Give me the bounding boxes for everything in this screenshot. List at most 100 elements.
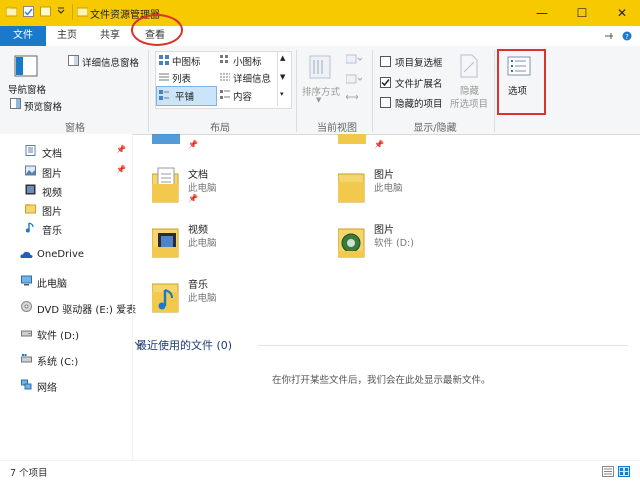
documents-folder-icon [152,167,179,203]
chevron-up-icon[interactable]: ▲ [280,54,285,62]
nav-item-pictures-folder[interactable]: 图片 [0,200,132,218]
navigation-pane: 文档 📌 图片 📌 视频 图片 音乐 OneDrive 此电脑 DVD 驱动器 … [0,134,136,460]
tab-file[interactable]: 文件 [0,26,46,46]
ribbon-tab-bar: 文件 主页 共享 查看 ? [0,26,640,47]
tile-location: 此电脑 [374,183,403,194]
navigation-pane-icon[interactable] [14,54,38,78]
tile-location: 软件 (D:) [374,238,414,249]
group-by-icon[interactable] [346,54,362,64]
nav-item-label: DVD 驱动器 (E:) 爱表 [37,305,137,316]
status-bar [0,460,640,485]
nav-item-this-pc[interactable]: 此电脑 [0,272,132,290]
videos-folder-icon [152,228,179,258]
tile-pictures-d[interactable]: 图片 软件 (D:) [338,221,518,269]
small-icons-icon [220,55,228,63]
nav-item-videos[interactable]: 视频 [0,181,132,199]
file-extensions-label: 文件扩展名 [395,79,443,90]
layout-group-label: 布局 [210,123,230,134]
hide-selected-label-1[interactable]: 隐藏 [460,83,479,97]
dvd-drive-icon [21,301,32,312]
medium-icons-option[interactable]: 中图标 [172,54,201,68]
nav-item-dvd-drive[interactable]: DVD 驱动器 (E:) 爱表 [0,298,136,316]
hide-selected-label-2[interactable]: 所选项目 [450,96,488,110]
checkmark-icon [381,79,390,87]
nav-item-onedrive[interactable]: OneDrive [0,246,132,264]
maximize-button[interactable]: ☐ [562,0,602,26]
new-folder-icon[interactable] [40,6,51,17]
folder-icon [25,204,36,214]
item-checkboxes-checkbox[interactable] [380,56,391,67]
system-drive-icon [21,354,32,363]
file-extensions-checkbox[interactable] [380,77,391,88]
list-icon [159,73,169,81]
nav-item-label: 此电脑 [37,279,67,290]
pin-ribbon-icon[interactable] [604,31,614,41]
folder-icon [6,6,17,17]
nav-item-drive-d[interactable]: 软件 (D:) [0,324,132,342]
large-icons-view-icon[interactable] [618,466,630,477]
preview-pane-button[interactable]: 预览窗格 [24,99,62,113]
nav-item-pictures[interactable]: 图片 📌 [0,162,132,180]
add-columns-icon[interactable] [346,74,362,84]
tab-share[interactable]: 共享 [88,26,132,46]
hidden-items-checkbox[interactable] [380,97,391,108]
tile-videos[interactable]: 视频 此电脑 [152,221,332,269]
nav-item-label: 图片 [42,169,62,180]
tile-name: 音乐 [188,280,208,291]
sort-by-icon [309,55,331,79]
minimize-button[interactable]: — [522,0,562,26]
nav-item-network[interactable]: 网络 [0,376,132,394]
music-icon [25,222,34,233]
chevron-down-icon[interactable]: ▼ [280,73,285,81]
empty-recent-message: 在你打开某些文件后，我们会在此处显示最新文件。 [272,375,491,386]
tile-location: 此电脑 [188,238,217,249]
tile-name: 图片 [374,225,394,236]
details-pane-button[interactable]: 详细信息窗格 [82,55,139,69]
nav-item-label: 网络 [37,383,57,394]
this-pc-icon [21,275,32,286]
content-option[interactable]: 内容 [233,89,252,103]
tiles-option[interactable]: 平铺 [175,89,194,103]
close-button[interactable]: ✕ [602,0,640,26]
nav-item-music[interactable]: 音乐 [0,219,132,237]
nav-item-label: 文档 [42,149,62,160]
documents-icon [25,145,36,156]
tile-documents[interactable]: 文档 此电脑 📌 [152,166,332,214]
separator [372,50,373,132]
details-view-icon[interactable] [602,466,614,477]
expand-gallery-icon[interactable]: ▾ [280,90,284,98]
hidden-items-label: 隐藏的项目 [395,99,443,110]
nav-item-documents[interactable]: 文档 📌 [0,142,132,160]
preview-pane-icon [10,98,21,109]
tab-home[interactable]: 主页 [50,26,84,46]
view-tab-highlight [131,14,183,46]
small-icons-option[interactable]: 小图标 [233,54,262,68]
hide-selected-icon [460,54,478,78]
recent-files-header[interactable]: 最近使用的文件 (0) [136,337,232,353]
chevron-down-icon: ▼ [316,96,322,104]
tile-music[interactable]: 音乐 此电脑 [152,276,332,324]
folder-icon [338,228,365,258]
size-columns-icon[interactable] [346,92,358,102]
tile-pictures[interactable]: 图片 此电脑 [338,166,518,214]
svg-text:?: ? [625,33,629,41]
tile-location: 此电脑 [188,183,217,194]
pane-splitter[interactable] [132,134,133,460]
pin-icon: 📌 [116,165,126,174]
nav-item-drive-c[interactable]: 系统 (C:) [0,350,132,368]
tile-name: 图片 [374,170,394,181]
navigation-pane-button[interactable]: 导航窗格 [8,82,46,96]
drive-icon [21,330,32,337]
nav-item-label: 音乐 [42,226,62,237]
list-option[interactable]: 列表 [172,71,191,85]
chevron-down-icon[interactable] [56,6,66,17]
help-icon[interactable]: ? [622,31,632,41]
properties-icon[interactable] [23,6,34,17]
current-view-group-label: 当前视图 [317,123,357,134]
nav-item-label: OneDrive [37,249,85,260]
panes-group-label: 窗格 [65,123,85,134]
onedrive-icon [20,251,33,258]
tile-name: 文档 [188,170,208,181]
details-option[interactable]: 详细信息 [233,71,271,85]
nav-item-label: 视频 [42,188,62,199]
